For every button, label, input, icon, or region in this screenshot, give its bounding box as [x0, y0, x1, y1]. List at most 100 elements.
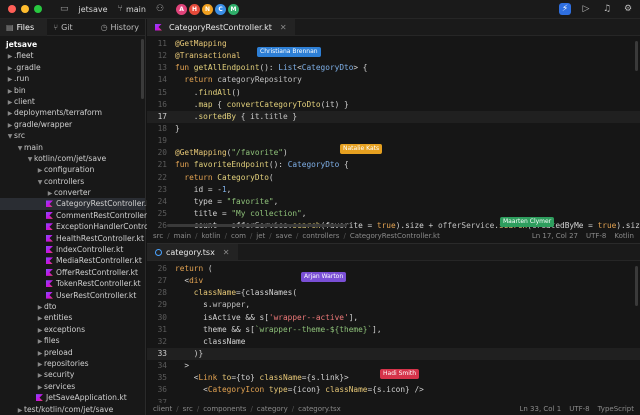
breadcrumb-segment[interactable]: kotlin: [201, 232, 220, 240]
breadcrumb-segment[interactable]: src: [183, 405, 193, 413]
tree-folder[interactable]: ▼ kotlin/com/jet/save: [0, 153, 145, 164]
tree-folder[interactable]: ▶ .run: [0, 73, 145, 84]
run-button[interactable]: ▷: [580, 3, 592, 15]
code-line: 35 <Link to={to} className={s.link}> Hadi…: [147, 369, 640, 384]
breadcrumb-segment[interactable]: client: [153, 405, 172, 413]
avatar[interactable]: H: [189, 3, 201, 15]
tree-folder[interactable]: ▶ deployments/terraform: [0, 107, 145, 118]
notifications-button[interactable]: ♫: [601, 3, 613, 15]
breadcrumb-segment[interactable]: CategoryRestController.kt: [350, 232, 440, 240]
tree-file[interactable]: JetSaveApplication.kt: [0, 392, 145, 403]
add-collaborator-button[interactable]: ⚇: [156, 4, 164, 14]
tree-folder[interactable]: ▶ preload: [0, 347, 145, 358]
tree-folder[interactable]: ▶ .gradle: [0, 62, 145, 73]
breadcrumb-segment[interactable]: save: [276, 232, 292, 240]
cursor-position[interactable]: Ln 33, Col 1: [519, 405, 561, 413]
sidebar-scrollbar[interactable]: [141, 39, 144, 99]
tree-file[interactable]: UserRestController.kt: [0, 290, 145, 301]
maximize-window-button[interactable]: [34, 5, 42, 13]
code-editor[interactable]: 11 @GetMapping 12 @Transactional Christiana …: [147, 38, 640, 244]
branch-selector[interactable]: ⑂ main: [118, 4, 146, 14]
vertical-scrollbar[interactable]: [635, 266, 638, 306]
smart-mode-button[interactable]: ⚡: [559, 3, 571, 15]
tree-file[interactable]: OfferRestController.kt: [0, 267, 145, 278]
code-text: <div: [175, 276, 204, 286]
close-tab-icon[interactable]: ✕: [280, 23, 287, 32]
tree-folder[interactable]: ▼ src: [0, 130, 145, 141]
tree-folder[interactable]: ▶ client: [0, 96, 145, 107]
sidebar-toggle[interactable]: ▭: [60, 4, 69, 14]
tree-folder[interactable]: ▶ dto: [0, 301, 145, 312]
tree-folder[interactable]: ▶ gradle/wrapper: [0, 119, 145, 130]
code-text: @GetMapping("/favorite"): [175, 148, 288, 158]
breadcrumb-separator: /: [195, 232, 198, 240]
tab-files[interactable]: ▤ Files: [0, 18, 48, 36]
tree-folder[interactable]: ▶ .fleet: [0, 50, 145, 61]
tree-item-label: .gradle: [14, 62, 41, 72]
line-number: 11: [157, 39, 167, 48]
avatar[interactable]: M: [228, 3, 240, 15]
tree-folder[interactable]: ▼ controllers: [0, 176, 145, 187]
breadcrumb-segment[interactable]: components: [203, 405, 246, 413]
tree-file[interactable]: ExceptionHandlerController: [0, 221, 161, 232]
tree-folder[interactable]: ▶ services: [0, 381, 145, 392]
tree-file[interactable]: MediaRestController.kt: [0, 255, 145, 266]
tree-folder[interactable]: ▼ main: [0, 142, 145, 153]
close-window-button[interactable]: [8, 5, 16, 13]
breadcrumb-segment[interactable]: jet: [256, 232, 265, 240]
tab-history[interactable]: ◷ History: [95, 19, 145, 36]
breadcrumb-segment[interactable]: category.tsx: [298, 405, 341, 413]
avatar[interactable]: A: [176, 3, 188, 15]
code-line: 33 )}: [147, 347, 640, 361]
breadcrumb-segment[interactable]: controllers: [302, 232, 339, 240]
breadcrumb-segment[interactable]: com: [231, 232, 246, 240]
tree-folder[interactable]: ▶ test/kotlin/com/jet/save: [0, 404, 145, 415]
editor-tabbar: category.tsx ✕: [147, 244, 640, 261]
horizontal-scrollbar[interactable]: [167, 224, 347, 227]
tree-file[interactable]: HealthRestController.kt: [0, 233, 145, 244]
tree-item-label: bin: [14, 85, 26, 95]
tree-file[interactable]: IndexController.kt: [0, 244, 145, 255]
line-number: 12: [157, 51, 167, 61]
tab-git[interactable]: ⑂ Git: [47, 19, 94, 36]
cursor-position[interactable]: Ln 17, Col 27: [532, 232, 578, 240]
tree-folder[interactable]: ▶ configuration: [0, 164, 145, 175]
tree-file[interactable]: CommentRestController.kt: [0, 210, 156, 221]
file-encoding[interactable]: UTF-8: [586, 232, 606, 240]
tree-item-label: entities: [44, 313, 73, 323]
git-icon: ⑂: [53, 22, 59, 32]
breadcrumb-segment[interactable]: category: [257, 405, 288, 413]
tree-folder[interactable]: ▶ converter: [0, 187, 145, 198]
tree-folder[interactable]: ▶ exceptions: [0, 324, 145, 335]
kotlin-file-icon: [46, 291, 53, 299]
settings-button[interactable]: ⚙: [622, 3, 634, 15]
project-selector[interactable]: jetsave: [79, 5, 108, 14]
avatar[interactable]: C: [215, 3, 227, 15]
file-tab-category-controller[interactable]: CategoryRestController.kt ✕: [147, 19, 295, 35]
file-tab-category-tsx[interactable]: category.tsx ✕: [147, 244, 238, 260]
vertical-scrollbar[interactable]: [635, 41, 638, 71]
tree-folder[interactable]: ▶ bin: [0, 85, 145, 96]
line-number: 35: [157, 373, 167, 383]
tree-folder[interactable]: ▶ entities: [0, 312, 145, 323]
line-number: 19: [157, 136, 167, 146]
code-line: 32 className: [147, 336, 640, 348]
minimize-window-button[interactable]: [21, 5, 29, 13]
file-language[interactable]: Kotlin: [614, 232, 634, 240]
breadcrumb-segment[interactable]: main: [174, 232, 192, 240]
tree-item-label: deployments/terraform: [14, 108, 103, 118]
tree-folder[interactable]: ▶ security: [0, 369, 145, 380]
breadcrumb-segment[interactable]: src: [153, 232, 163, 240]
tree-file[interactable]: CategoryRestController.kt: [0, 198, 154, 210]
tree-folder[interactable]: jetsave: [0, 39, 145, 50]
file-language[interactable]: TypeScript: [598, 405, 634, 413]
tree-folder[interactable]: ▶ files: [0, 335, 145, 346]
tree-file[interactable]: TokenRestController.kt: [0, 278, 145, 289]
panel-icon: ▭: [60, 4, 69, 14]
avatar[interactable]: N: [202, 3, 214, 15]
code-editor[interactable]: 26 return (27 <div Arjan Warton 28 classNam…: [147, 263, 640, 409]
close-tab-icon[interactable]: ✕: [223, 248, 230, 257]
tree-folder[interactable]: ▶ repositories: [0, 358, 145, 369]
breadcrumb-separator: /: [250, 405, 253, 413]
file-encoding[interactable]: UTF-8: [569, 405, 589, 413]
